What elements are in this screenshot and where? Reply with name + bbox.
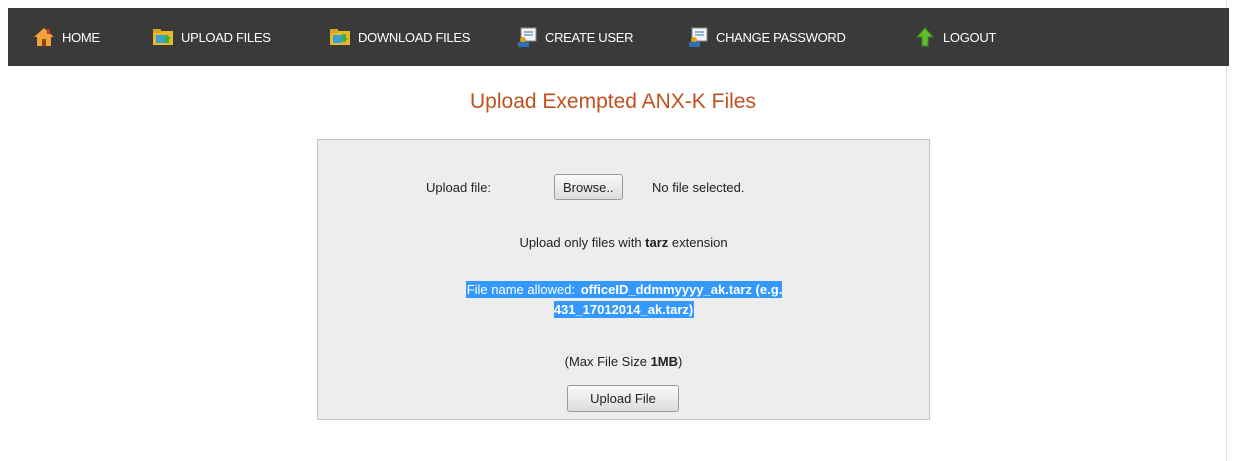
password-card-icon: [687, 26, 709, 48]
nav-logout[interactable]: LOGOUT: [914, 8, 996, 66]
filename-note-prefix: File name allowed:: [465, 281, 580, 298]
home-icon: [33, 26, 55, 48]
top-navigation-bar: HOME UPLOAD FILES DOWNLOAD FILES CREATE …: [8, 8, 1229, 66]
page-right-border: [1226, 0, 1227, 461]
filename-format-note: File name allowed: officeID_ddmmyyyy_ak.…: [414, 280, 834, 320]
nav-upload-files-label: UPLOAD FILES: [181, 29, 271, 45]
filename-pattern: officeID_ddmmyyyy_ak.tarz (e.g. 431_1701…: [553, 281, 783, 318]
extension-name: tarz: [645, 235, 669, 250]
nav-home-label: HOME: [62, 29, 100, 45]
download-folder-icon: [329, 26, 351, 48]
max-size-suffix: ): [678, 354, 683, 369]
file-selection-status: No file selected.: [652, 180, 745, 195]
extension-note-prefix: Upload only files with: [519, 235, 646, 250]
page-title: Upload Exempted ANX-K Files: [470, 90, 756, 113]
nav-upload-files[interactable]: UPLOAD FILES: [152, 8, 271, 66]
nav-home[interactable]: HOME: [33, 8, 100, 66]
nav-change-password-label: CHANGE PASSWORD: [716, 29, 846, 45]
upload-file-label: Upload file:: [426, 180, 492, 195]
nav-logout-label: LOGOUT: [943, 29, 997, 45]
upload-file-button[interactable]: Upload File: [567, 385, 679, 412]
user-card-icon: [516, 26, 538, 48]
nav-create-user[interactable]: CREATE USER: [516, 8, 634, 66]
max-size-value: 1MB: [650, 354, 679, 369]
nav-create-user-label: CREATE USER: [545, 29, 634, 45]
upload-folder-icon: [152, 26, 174, 48]
max-size-prefix: (Max File Size: [564, 354, 651, 369]
extension-note: Upload only files with tarz extension: [318, 235, 929, 250]
extension-note-suffix: extension: [668, 235, 728, 250]
nav-download-files[interactable]: DOWNLOAD FILES: [329, 8, 470, 66]
browse-button[interactable]: Browse..: [554, 174, 623, 200]
nav-download-files-label: DOWNLOAD FILES: [358, 29, 471, 45]
upload-form-panel: Upload file: Browse.. No file selected. …: [317, 139, 930, 420]
nav-change-password[interactable]: CHANGE PASSWORD: [687, 8, 846, 66]
up-arrow-icon: [914, 26, 936, 48]
max-size-note: (Max File Size 1MB): [318, 354, 929, 369]
